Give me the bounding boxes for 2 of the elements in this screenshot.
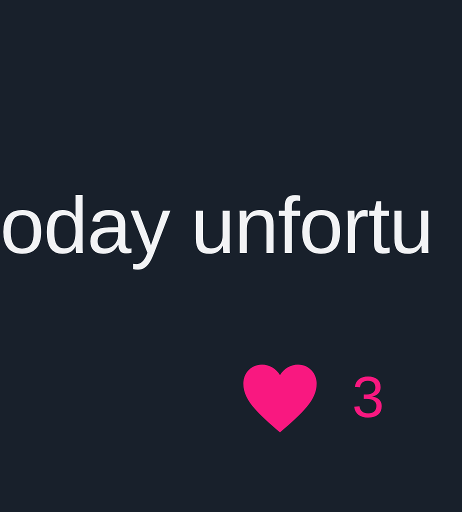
post-text: oday unfortu [0,181,433,270]
like-count: 3 [352,368,384,428]
